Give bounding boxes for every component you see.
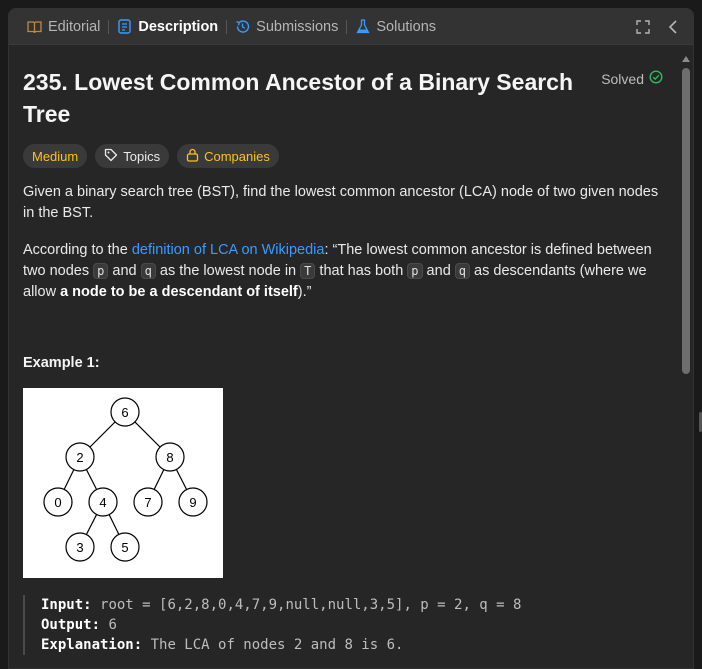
- topics-button[interactable]: Topics: [95, 144, 170, 168]
- expand-icon[interactable]: [633, 17, 653, 37]
- input-label: Input:: [41, 597, 92, 613]
- tree-node-label: 3: [76, 540, 83, 555]
- input-value: root = [6,2,8,0,4,7,9,null,null,3,5], p …: [100, 597, 522, 613]
- tree-node-label: 0: [54, 495, 61, 510]
- scrollbar-thumb[interactable]: [682, 68, 690, 374]
- output-label: Output:: [41, 617, 101, 633]
- problem-title[interactable]: 235. Lowest Common Ancestor of a Binary …: [23, 66, 583, 130]
- code-q: q: [140, 263, 156, 279]
- solved-label: Solved: [601, 70, 644, 87]
- history-icon: [235, 19, 250, 34]
- tab-editorial-label: Editorial: [48, 18, 101, 35]
- lock-icon: [186, 148, 199, 165]
- tab-editorial[interactable]: Editorial: [19, 9, 108, 45]
- chevron-left-icon[interactable]: [663, 17, 683, 37]
- tab-bar: Editorial Description Submissions Soluti…: [9, 9, 693, 45]
- book-icon: [27, 19, 42, 34]
- problem-panel: Editorial Description Submissions Soluti…: [8, 8, 694, 669]
- lca-definition: According to the definition of LCA on Wi…: [23, 240, 673, 303]
- companies-label: Companies: [204, 148, 270, 164]
- definition-text: that has both: [315, 263, 408, 279]
- wikipedia-link[interactable]: definition of LCA on Wikipedia: [132, 242, 325, 258]
- scroll-up-arrow-icon[interactable]: [682, 56, 690, 62]
- document-icon: [117, 19, 132, 34]
- tab-description-label: Description: [138, 18, 219, 35]
- tab-solutions[interactable]: Solutions: [347, 9, 444, 45]
- tree-node-label: 6: [121, 405, 128, 420]
- definition-bold: a node to be a descendant of itself: [60, 284, 298, 300]
- scrollbar[interactable]: [681, 46, 691, 668]
- tab-submissions[interactable]: Submissions: [227, 9, 346, 45]
- explanation-value: The LCA of nodes 2 and 8 is 6.: [150, 637, 404, 653]
- code-t: T: [300, 263, 316, 279]
- output-value: 6: [108, 617, 117, 633]
- flask-icon: [355, 19, 370, 34]
- problem-intro: Given a binary search tree (BST), find t…: [23, 184, 659, 221]
- definition-text: as the lowest node in: [155, 263, 301, 279]
- check-circle-icon: [649, 70, 663, 87]
- tree-node-label: 8: [166, 450, 173, 465]
- example-1-title: Example 1:: [23, 355, 100, 371]
- description-content: 235. Lowest Common Ancestor of a Binary …: [9, 46, 679, 668]
- example-1-code-block: Input: root = [6,2,8,0,4,7,9,null,null,3…: [23, 595, 665, 655]
- code-p: p: [407, 263, 423, 279]
- tab-submissions-label: Submissions: [256, 18, 339, 35]
- tab-solutions-label: Solutions: [376, 18, 437, 35]
- code-p: p: [93, 263, 109, 279]
- definition-text: ).”: [297, 284, 312, 300]
- tree-node-label: 5: [121, 540, 128, 555]
- solved-status: Solved: [601, 70, 663, 87]
- tree-node-label: 9: [189, 495, 196, 510]
- code-q: q: [454, 263, 471, 279]
- definition-prefix: According to the: [23, 242, 132, 258]
- tree-node-label: 4: [99, 495, 106, 510]
- tag-row: Medium Topics Companies: [23, 144, 665, 168]
- explanation-label: Explanation:: [41, 637, 143, 653]
- difficulty-badge: Medium: [23, 144, 88, 168]
- tree-node-label: 2: [76, 450, 83, 465]
- example-input-line: Input: root = [6,2,8,0,4,7,9,null,null,3…: [41, 595, 665, 615]
- topics-label: Topics: [123, 148, 161, 164]
- definition-text: and: [422, 263, 455, 279]
- difficulty-label: Medium: [32, 148, 79, 164]
- example-explanation-line: Explanation: The LCA of nodes 2 and 8 is…: [41, 635, 665, 655]
- tag-icon: [104, 148, 118, 165]
- tab-description[interactable]: Description: [109, 9, 226, 45]
- companies-button[interactable]: Companies: [177, 144, 279, 168]
- definition-text: and: [108, 263, 141, 279]
- example-output-line: Output: 6: [41, 615, 665, 635]
- example-tree-image: 6 2 8 0 4 7 9 3 5: [23, 388, 223, 578]
- tree-node-label: 7: [144, 495, 151, 510]
